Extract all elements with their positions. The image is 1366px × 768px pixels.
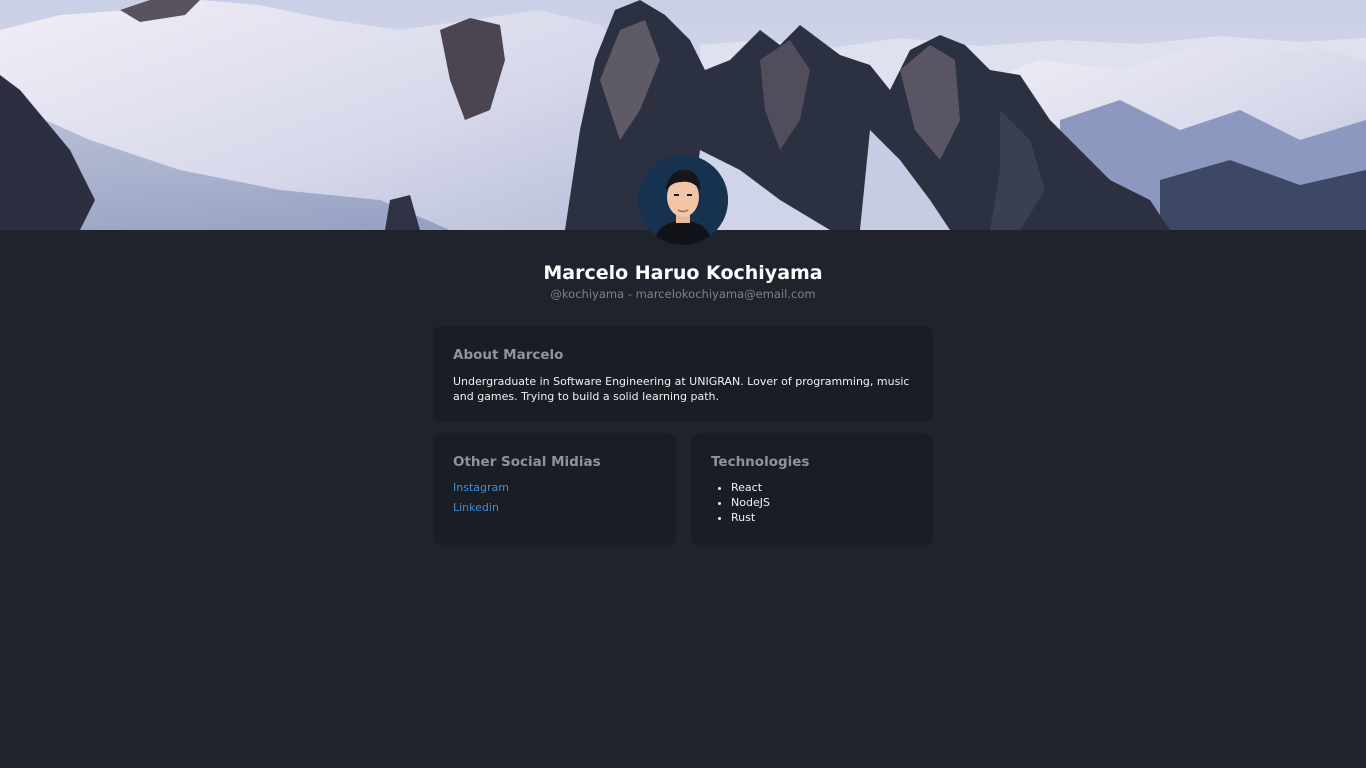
avatar (638, 155, 728, 245)
social-title: Other Social Midias (453, 454, 601, 470)
user-avatar-icon (638, 155, 728, 245)
about-text: Undergraduate in Software Engineering at… (453, 375, 910, 403)
list-item: Rust (731, 510, 770, 525)
list-item: React (731, 480, 770, 495)
profile-handle-email: @kochiyama - marcelokochiyama@email.com (550, 287, 816, 301)
about-card: About Marcelo Undergraduate in Software … (433, 326, 933, 422)
linkedin-link[interactable]: Linkedin (453, 501, 499, 514)
instagram-link[interactable]: Instagram (453, 481, 509, 494)
profile-name: Marcelo Haruo Kochiyama (543, 262, 823, 284)
technologies-list: React NodeJS Rust (711, 480, 770, 525)
technologies-card: Technologies React NodeJS Rust (691, 433, 933, 545)
about-title: About Marcelo (453, 347, 564, 363)
list-item: NodeJS (731, 495, 770, 510)
technologies-title: Technologies (711, 454, 810, 470)
social-card: Other Social Midias Instagram Linkedin (433, 433, 676, 545)
